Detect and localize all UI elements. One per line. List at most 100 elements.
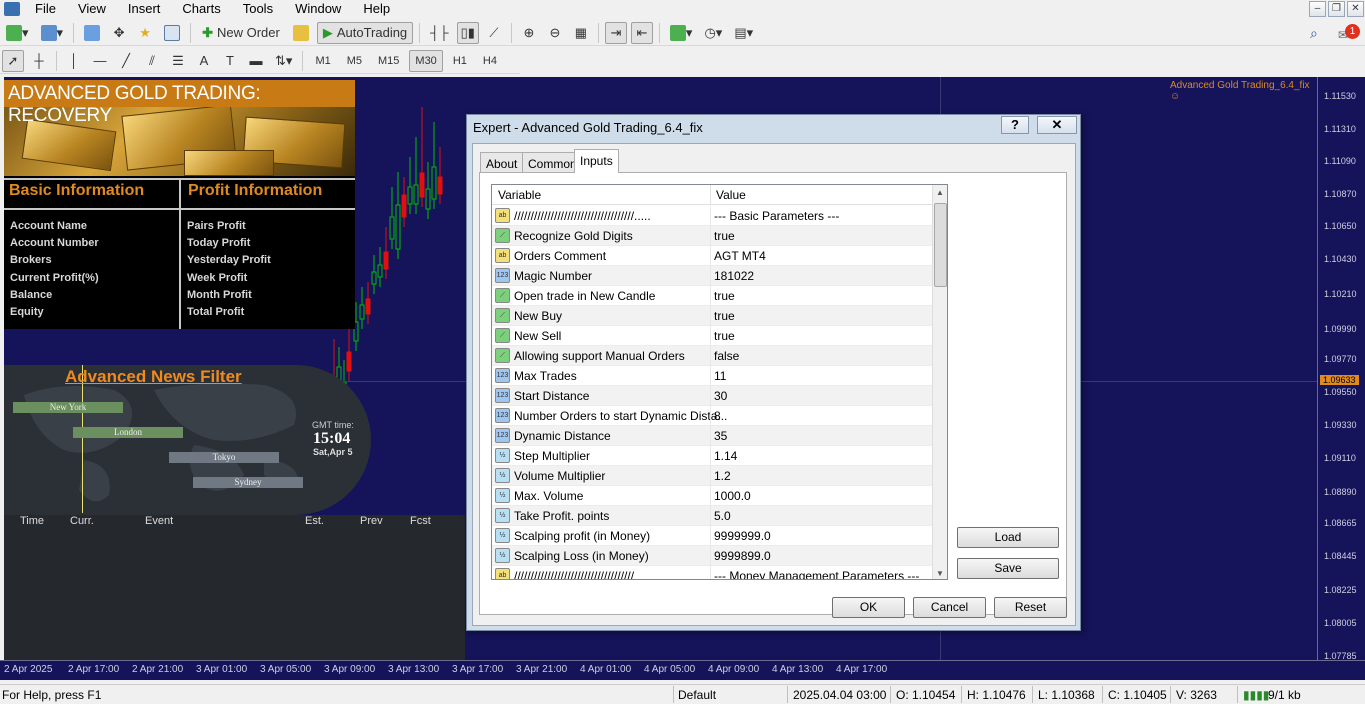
variable-value[interactable]: 8 (714, 409, 721, 423)
trendline-button[interactable]: ╱ (115, 50, 137, 72)
input-row[interactable]: ab ////////////////////////////////////..… (492, 206, 932, 226)
equidistant-channel-button[interactable]: ⫽ (141, 50, 163, 72)
input-row[interactable]: ⟋ New Sell true (492, 326, 932, 346)
arrows-button[interactable]: ⇅ ▾ (271, 50, 296, 72)
menu-view[interactable]: View (67, 0, 117, 18)
menu-help[interactable]: Help (352, 0, 401, 18)
input-row[interactable]: 123 Max Trades 11 (492, 366, 932, 386)
input-row[interactable]: ½ Max. Volume 1000.0 (492, 486, 932, 506)
text-button[interactable]: A (193, 50, 215, 72)
variable-value[interactable]: 1000.0 (714, 489, 751, 503)
autotrading-button[interactable]: ▶ AutoTrading (316, 21, 414, 44)
new-chart-button[interactable]: ▾ (2, 22, 33, 44)
input-row[interactable]: ½ Volume Multiplier 1.2 (492, 466, 932, 486)
dialog-close-button[interactable]: ✕ (1037, 116, 1077, 134)
input-row[interactable]: ⟋ New Buy true (492, 306, 932, 326)
variable-value[interactable]: true (714, 309, 735, 323)
vertical-line-button[interactable]: │ (63, 50, 85, 72)
scroll-thumb[interactable] (934, 203, 947, 287)
input-row[interactable]: 123 Number Orders to start Dynamic Dista.… (492, 406, 932, 426)
variable-value[interactable]: 9999899.0 (714, 549, 771, 563)
input-row[interactable]: ½ Scalping Loss (in Money) 9999899.0 (492, 546, 932, 566)
tile-windows-button[interactable]: ▦ (570, 22, 592, 44)
indicators-button[interactable]: ▾ (666, 22, 697, 44)
variable-value[interactable]: true (714, 329, 735, 343)
variable-value[interactable]: 9999999.0 (714, 529, 771, 543)
terminal-button[interactable] (160, 22, 184, 44)
profiles-button[interactable]: ▾ (37, 22, 68, 44)
menu-insert[interactable]: Insert (117, 0, 172, 18)
variable-value[interactable]: AGT MT4 (714, 249, 766, 263)
variable-value[interactable]: true (714, 229, 735, 243)
text-label-button[interactable]: T (219, 50, 241, 72)
tab-about[interactable]: About (480, 152, 524, 173)
cancel-button[interactable]: Cancel (913, 597, 986, 618)
help-button[interactable]: ? (1001, 116, 1029, 134)
new-order-button[interactable]: ✚ New Order (197, 22, 285, 44)
horizontal-line-button[interactable]: — (89, 50, 111, 72)
menu-charts[interactable]: Charts (171, 0, 231, 18)
variable-value[interactable]: --- Money Management Parameters --- (714, 569, 919, 579)
tab-inputs[interactable]: Inputs (574, 149, 619, 173)
minimize-icon[interactable]: – (1309, 1, 1326, 17)
input-row[interactable]: ½ Take Profit. points 5.0 (492, 506, 932, 526)
input-row[interactable]: ½ Step Multiplier 1.14 (492, 446, 932, 466)
menu-file[interactable]: File (24, 0, 67, 18)
app-icon[interactable] (4, 2, 20, 16)
timeframe-m5[interactable]: M5 (341, 50, 368, 72)
chart-shift-button[interactable]: ⇤ (630, 21, 653, 44)
input-row[interactable]: ⟋ Open trade in New Candle true (492, 286, 932, 306)
load-button[interactable]: Load (957, 527, 1059, 548)
timeframe-m15[interactable]: M15 (372, 50, 405, 72)
navigator-button[interactable]: ✥ (108, 22, 130, 44)
favorites-button[interactable]: ★ (134, 22, 156, 44)
input-row[interactable]: 123 Start Distance 30 (492, 386, 932, 406)
market-watch-button[interactable] (80, 22, 104, 44)
variable-value[interactable]: --- Basic Parameters --- (714, 209, 839, 223)
value-column-header[interactable]: Value (716, 188, 746, 202)
vertical-scrollbar[interactable]: ▲ ▼ (932, 185, 947, 579)
label-button[interactable]: ▬ (245, 50, 267, 72)
timeframe-h4[interactable]: H4 (477, 50, 503, 72)
bar-chart-button[interactable]: ┤├ (426, 22, 452, 44)
input-row[interactable]: ⟋ Allowing support Manual Orders false (492, 346, 932, 366)
timeframe-m1[interactable]: M1 (309, 50, 336, 72)
cursor-button[interactable]: ➚ (2, 49, 24, 72)
variable-value[interactable]: 1.14 (714, 449, 737, 463)
input-row[interactable]: ½ Scalping profit (in Money) 9999999.0 (492, 526, 932, 546)
save-button[interactable]: Save (957, 558, 1059, 579)
input-row[interactable]: 123 Dynamic Distance 35 (492, 426, 932, 446)
variable-value[interactable]: 181022 (714, 269, 754, 283)
variable-value[interactable]: 11 (714, 369, 726, 383)
reset-button[interactable]: Reset (994, 597, 1067, 618)
restore-icon[interactable]: ❐ (1328, 1, 1345, 17)
variable-value[interactable]: 1.2 (714, 469, 731, 483)
variable-value[interactable]: false (714, 349, 739, 363)
input-row[interactable]: ⟋ Recognize Gold Digits true (492, 226, 932, 246)
input-row[interactable]: 123 Magic Number 181022 (492, 266, 932, 286)
ok-button[interactable]: OK (832, 597, 905, 618)
timeframe-m30[interactable]: M30 (409, 49, 443, 72)
close-icon[interactable]: ✕ (1347, 1, 1364, 17)
candle-chart-button[interactable]: ▯▮ (456, 21, 479, 44)
notifications-button[interactable]: ✉ 1 (1338, 24, 1360, 42)
variable-value[interactable]: 35 (714, 429, 727, 443)
crosshair-button[interactable]: ┼ (28, 50, 50, 72)
variable-column-header[interactable]: Variable (498, 188, 541, 202)
menu-window[interactable]: Window (284, 0, 352, 18)
templates-button[interactable]: ▤ ▾ (730, 22, 757, 44)
input-row[interactable]: ab Orders Comment AGT MT4 (492, 246, 932, 266)
input-row[interactable]: ab //////////////////////////////////// --… (492, 566, 932, 579)
menu-tools[interactable]: Tools (232, 0, 284, 18)
fibonacci-button[interactable]: ☰ (167, 50, 189, 72)
auto-scroll-button[interactable]: ⇥ (604, 21, 627, 44)
scroll-down-icon[interactable]: ▼ (936, 569, 944, 578)
search-icon[interactable]: ⌕ (1310, 25, 1318, 42)
zoom-out-button[interactable]: ⊖ (544, 22, 566, 44)
meta-editor-button[interactable] (289, 22, 313, 44)
variable-value[interactable]: 5.0 (714, 509, 731, 523)
scroll-up-icon[interactable]: ▲ (936, 188, 944, 197)
periods-button[interactable]: ◷ ▾ (700, 22, 726, 44)
zoom-in-button[interactable]: ⊕ (518, 22, 540, 44)
variable-value[interactable]: true (714, 289, 735, 303)
